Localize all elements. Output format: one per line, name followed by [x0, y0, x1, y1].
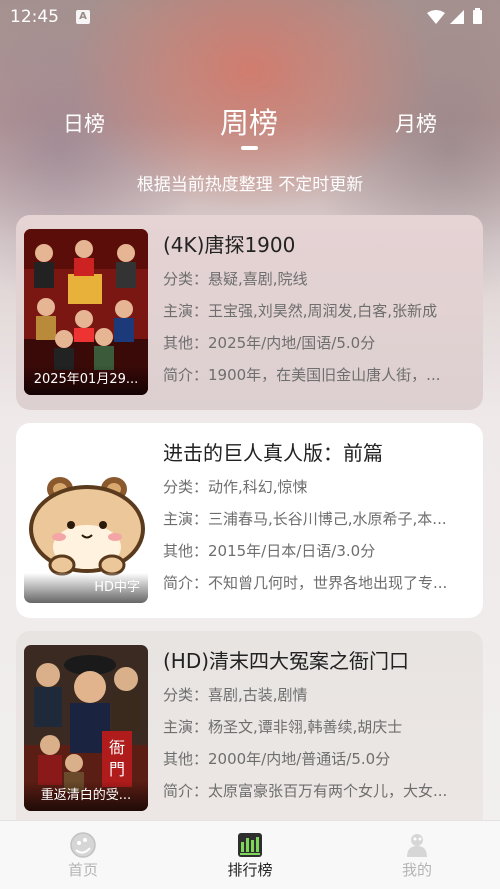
- ranking-tabs: 日榜 周榜 月榜: [0, 100, 500, 150]
- item-intro: 简介：不知曾几何时，世界各地出现了专...: [163, 574, 448, 592]
- item-cast: 主演：三浦春马,长谷川博己,水原希子,本...: [163, 510, 447, 528]
- item-info: 进击的巨人真人版：前篇 分类：动作,科幻,惊悚 主演：三浦春马,长谷川博己,水原…: [163, 439, 473, 595]
- list-item[interactable]: 2025年01月29... (4K)唐探1900 分类：悬疑,喜剧,院线 主演：…: [16, 215, 483, 410]
- notification-icon: A: [76, 10, 90, 24]
- tab-weekly[interactable]: 周榜: [220, 100, 278, 142]
- poster-caption: 2025年01月29...: [24, 365, 148, 395]
- list-item[interactable]: HD中字 进击的巨人真人版：前篇 分类：动作,科幻,惊悚 主演：三浦春马,长谷川…: [16, 423, 483, 618]
- battery-icon: [473, 10, 482, 24]
- nav-ranking[interactable]: 排行榜: [167, 821, 333, 889]
- item-title[interactable]: (HD)清末四大冤案之衙门口: [163, 647, 473, 675]
- item-genre: 分类：悬疑,喜剧,院线: [163, 270, 308, 288]
- nav-profile[interactable]: 我的: [334, 821, 500, 889]
- item-genre: 分类：动作,科幻,惊悚: [163, 478, 308, 496]
- status-time: 12:45: [10, 7, 59, 27]
- item-cast: 主演：杨圣文,谭非翎,韩善续,胡庆士: [163, 718, 403, 736]
- item-genre: 分类：喜剧,古装,剧情: [163, 686, 308, 704]
- profile-icon: [407, 834, 427, 857]
- tab-indicator: [241, 146, 258, 150]
- nav-ranking-label: 排行榜: [227, 861, 273, 879]
- svg-text:衙: 衙: [109, 738, 125, 757]
- item-intro: 简介：1900年，在美国旧金山唐人街，...: [163, 366, 441, 384]
- status-bar: 12:45 A: [0, 0, 500, 36]
- item-cast: 主演：王宝强,刘昊然,周润发,白客,张新成: [163, 302, 438, 320]
- ranking-icon: [238, 833, 262, 857]
- item-other: 其他：2025年/内地/国语/5.0分: [163, 334, 376, 352]
- item-info: (4K)唐探1900 分类：悬疑,喜剧,院线 主演：王宝强,刘昊然,周润发,白客…: [163, 231, 473, 387]
- item-title[interactable]: (4K)唐探1900: [163, 231, 473, 259]
- nav-home-label: 首页: [67, 861, 98, 879]
- poster[interactable]: HD中字: [24, 437, 148, 603]
- tab-monthly[interactable]: 月榜: [395, 108, 437, 138]
- bottom-nav: 首页 排行榜 我的: [0, 820, 500, 889]
- poster-caption: 重返清白的受...: [24, 781, 148, 811]
- tab-daily[interactable]: 日榜: [63, 108, 105, 138]
- list-item[interactable]: 衙 門 重返清白的受... (HD)清末四大冤案之衙门口 分类：喜剧,古装,剧情…: [16, 631, 483, 831]
- signal-icon: [450, 10, 464, 24]
- item-other: 其他：2015年/日本/日语/3.0分: [163, 542, 376, 560]
- item-info: (HD)清末四大冤案之衙门口 分类：喜剧,古装,剧情 主演：杨圣文,谭非翎,韩善…: [163, 647, 473, 803]
- system-status-icons: [427, 8, 482, 24]
- item-intro: 简介：太原富豪张百万有两个女儿，大女...: [163, 782, 448, 800]
- item-other: 其他：2000年/内地/普通话/5.0分: [163, 750, 391, 768]
- svg-text:門: 門: [109, 760, 125, 779]
- poster[interactable]: 衙 門 重返清白的受...: [24, 645, 148, 811]
- wifi-icon: [427, 10, 445, 24]
- ranking-subtitle: 根据当前热度整理 不定时更新: [136, 175, 364, 195]
- nav-profile-label: 我的: [401, 861, 432, 879]
- item-title[interactable]: 进击的巨人真人版：前篇: [163, 439, 473, 467]
- home-icon: [70, 832, 96, 858]
- poster[interactable]: 2025年01月29...: [24, 229, 148, 395]
- poster-caption: HD中字: [24, 573, 148, 603]
- nav-home[interactable]: 首页: [0, 821, 166, 889]
